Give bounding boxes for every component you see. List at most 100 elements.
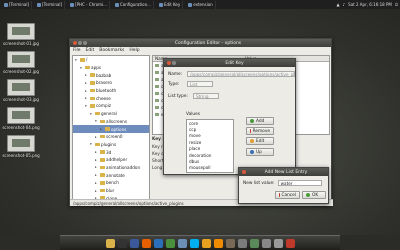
clock[interactable]: Sat 2 Apr, 6:16:18 PM <box>348 2 392 7</box>
task-terminal-2[interactable]: [Terminal] <box>35 0 66 9</box>
desktop-icon-label: screenshot-03.jpg <box>3 97 39 102</box>
tree-item-label: bazbab <box>96 72 112 78</box>
vlc-icon[interactable] <box>213 238 223 248</box>
add-button[interactable]: Add <box>246 117 274 125</box>
facebook-icon[interactable] <box>129 238 139 248</box>
task-extension[interactable]: extension <box>186 0 216 9</box>
terminal-icon[interactable] <box>117 238 127 248</box>
expander-closed-icon[interactable]: ▸ <box>95 135 98 139</box>
pidgin-icon[interactable] <box>177 238 187 248</box>
volume-icon[interactable]: ♪ <box>343 2 346 7</box>
task-chromium[interactable]: [PHC - Chromi... <box>68 0 110 9</box>
type-select[interactable]: List <box>187 81 213 87</box>
desktop-icon-screenshot-4[interactable]: screenshot-04.png <box>2 107 40 130</box>
power-icon[interactable] <box>285 238 295 248</box>
tree-item-bluetooth[interactable]: ▸ bluetooth <box>73 87 149 95</box>
list-type-select[interactable]: String <box>193 93 219 99</box>
expander-closed-icon[interactable]: ▸ <box>95 173 98 177</box>
edit-key-titlebar[interactable]: Edit Key <box>164 59 295 67</box>
desktop-icon-screenshot-1[interactable]: screenshot-01.jpg <box>3 23 39 46</box>
tree-item-brasero[interactable]: ▸ brasero <box>73 79 149 87</box>
type-label: Type: <box>168 81 180 87</box>
expander-closed-icon[interactable]: ▸ <box>95 158 98 162</box>
expander-closed-icon[interactable]: ▸ <box>95 165 98 169</box>
expander-closed-icon[interactable]: ▸ <box>95 189 98 193</box>
expander-open-icon[interactable]: ▾ <box>95 119 98 123</box>
edit-button[interactable]: Edit <box>246 137 274 145</box>
menu-bookmarks[interactable]: Bookmarks <box>99 48 124 53</box>
tree-item-cheese[interactable]: ▸ cheese <box>73 94 149 102</box>
tree-item-bazbab[interactable]: ▸ bazbab <box>73 71 149 79</box>
close-icon[interactable] <box>167 61 171 65</box>
expander-closed-icon[interactable]: ▸ <box>95 181 98 185</box>
tree-item-animationaddon[interactable]: ▸ animationaddon <box>73 164 149 172</box>
values-list[interactable]: core ccp move resize place decoration dbus mous… <box>186 119 234 173</box>
editor-icon[interactable] <box>249 238 259 248</box>
thunderbird-icon[interactable] <box>153 238 163 248</box>
task-label: extension <box>193 2 213 7</box>
tree-item-label: cheese <box>96 95 111 101</box>
folder-icon <box>99 181 105 185</box>
tree-item-options[interactable]: ▸ options <box>73 125 149 133</box>
expander-closed-icon[interactable]: ▸ <box>85 96 88 100</box>
skype-icon[interactable] <box>189 238 199 248</box>
expander-open-icon[interactable]: ▾ <box>80 66 83 70</box>
folder-icon <box>94 142 100 147</box>
desktop-icon-screenshot-5[interactable]: screenshot-05.png <box>2 135 40 158</box>
tree-item-general[interactable]: ▾ general <box>73 110 149 118</box>
task-terminal-1[interactable]: [Terminal] <box>2 0 33 9</box>
desktop-icon-screenshot-2[interactable]: screenshot-02.jpg <box>3 51 39 74</box>
task-configuration[interactable]: Configuration... <box>113 0 154 9</box>
chrome-icon[interactable] <box>165 238 175 248</box>
remove-button[interactable]: Remove <box>246 127 274 135</box>
tree-item-bench[interactable]: ▸ bench <box>73 179 149 187</box>
tree-item-screen0[interactable]: ▸ screen0 <box>73 133 149 141</box>
desktop-icon-screenshot-3[interactable]: screenshot-03.jpg <box>3 79 39 102</box>
settings-icon[interactable] <box>261 238 271 248</box>
tree-item-compiz[interactable]: ▾ compiz <box>73 102 149 110</box>
trash-icon[interactable] <box>273 238 283 248</box>
menu-help[interactable]: Help <box>129 48 139 53</box>
folder-icon[interactable] <box>105 238 115 248</box>
expander-open-icon[interactable]: ▾ <box>90 112 93 116</box>
tree-item-[interactable]: ▾ / <box>73 56 149 64</box>
tree-item-apps[interactable]: ▾ apps <box>73 64 149 72</box>
tree-item-addhelper[interactable]: ▸ addhelper <box>73 156 149 164</box>
task-edit-key[interactable]: Edit Key <box>157 0 184 9</box>
tree-item-allscreens[interactable]: ▾ allscreens <box>73 118 149 126</box>
gimp-icon[interactable] <box>225 238 235 248</box>
expander-open-icon[interactable]: ▾ <box>75 58 78 62</box>
name-field[interactable]: /apps/compiz/general/allscreens/options/… <box>187 71 295 77</box>
firefox-icon[interactable] <box>141 238 151 248</box>
value-item[interactable]: mousepoll <box>187 165 233 171</box>
close-icon[interactable] <box>73 41 77 45</box>
up-button[interactable]: Up <box>246 148 274 156</box>
ok-button[interactable]: OK <box>302 191 326 199</box>
tree-item-3d[interactable]: ▸ 3d <box>73 148 149 156</box>
tree-item-label: allscreens <box>106 118 127 124</box>
expander-open-icon[interactable]: ▾ <box>85 104 88 108</box>
minimize-icon[interactable] <box>78 41 82 45</box>
up-arrow-icon <box>250 150 254 154</box>
titlebar[interactable]: Configuration Editor - options <box>70 39 331 47</box>
expander-closed-icon[interactable]: ▸ <box>85 89 88 93</box>
power-icon[interactable]: ⏻ <box>395 2 398 7</box>
expander-closed-icon[interactable]: ▸ <box>95 150 98 154</box>
expander-closed-icon[interactable]: ▸ <box>85 81 88 85</box>
tree-item-blur[interactable]: ▸ blur <box>73 187 149 195</box>
expander-closed-icon[interactable]: ▸ <box>100 127 103 131</box>
expander-open-icon[interactable]: ▾ <box>90 142 93 146</box>
network-icon[interactable]: ▲ <box>337 2 340 7</box>
expander-closed-icon[interactable]: ▸ <box>85 73 88 77</box>
image-thumbnail-icon <box>7 107 35 124</box>
new-value-input[interactable]: water <box>277 180 322 186</box>
menu-file[interactable]: File <box>73 48 81 53</box>
tree-item-annotate[interactable]: ▸ annotate <box>73 171 149 179</box>
calculator-icon[interactable] <box>237 238 247 248</box>
rhythmbox-icon[interactable] <box>201 238 211 248</box>
key-tree[interactable]: ▾ / ▾ apps ▸ bazbab ▸ brasero ▸ bluetooth ▸ cheese ▾… <box>72 55 150 201</box>
add-entry-titlebar[interactable]: Add New List Entry <box>239 168 328 176</box>
tree-item-plugins[interactable]: ▾ plugins <box>73 141 149 149</box>
cancel-button[interactable]: Cancel <box>275 191 300 199</box>
menu-edit[interactable]: Edit <box>86 48 95 53</box>
